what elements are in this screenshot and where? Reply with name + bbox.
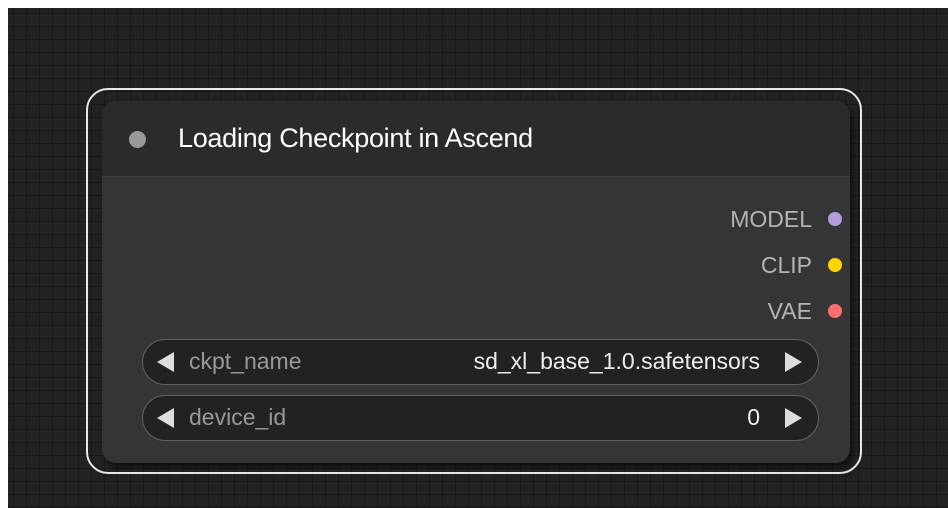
widget-value-device: 0: [747, 404, 760, 430]
increment-arrow-icon[interactable]: [785, 408, 802, 428]
output-label-vae: VAE: [767, 298, 812, 324]
node-title: Loading Checkpoint in Ascend: [178, 123, 533, 153]
increment-arrow-icon[interactable]: [785, 352, 802, 372]
widget-value-ckpt: sd_xl_base_1.0.safetensors: [473, 348, 760, 374]
checkpoint-loader-node[interactable]: Loading Checkpoint in Ascend MODEL CLIP …: [102, 101, 850, 463]
output-label-model: MODEL: [730, 206, 812, 232]
output-label-clip: CLIP: [760, 252, 812, 278]
decrement-arrow-icon[interactable]: [157, 352, 174, 372]
widget-name-device: device_id: [189, 404, 287, 430]
node-header[interactable]: Loading Checkpoint in Ascend: [102, 101, 850, 177]
decrement-arrow-icon[interactable]: [157, 408, 174, 428]
output-dot-clip-icon[interactable]: [828, 258, 842, 272]
ckpt-name-combo[interactable]: ckpt_name sd_xl_base_1.0.safetensors: [142, 339, 819, 385]
output-slot-clip[interactable]: CLIP: [550, 252, 850, 278]
device-id-number[interactable]: device_id 0: [142, 395, 819, 441]
output-dot-model-icon[interactable]: [828, 212, 842, 226]
collapse-dot-icon[interactable]: [129, 131, 146, 148]
output-slot-vae[interactable]: VAE: [550, 298, 850, 324]
output-dot-vae-icon[interactable]: [828, 304, 842, 318]
graph-canvas[interactable]: Loading Checkpoint in Ascend MODEL CLIP …: [8, 8, 948, 508]
widget-name-ckpt: ckpt_name: [189, 348, 302, 374]
output-slot-model[interactable]: MODEL: [550, 206, 850, 232]
